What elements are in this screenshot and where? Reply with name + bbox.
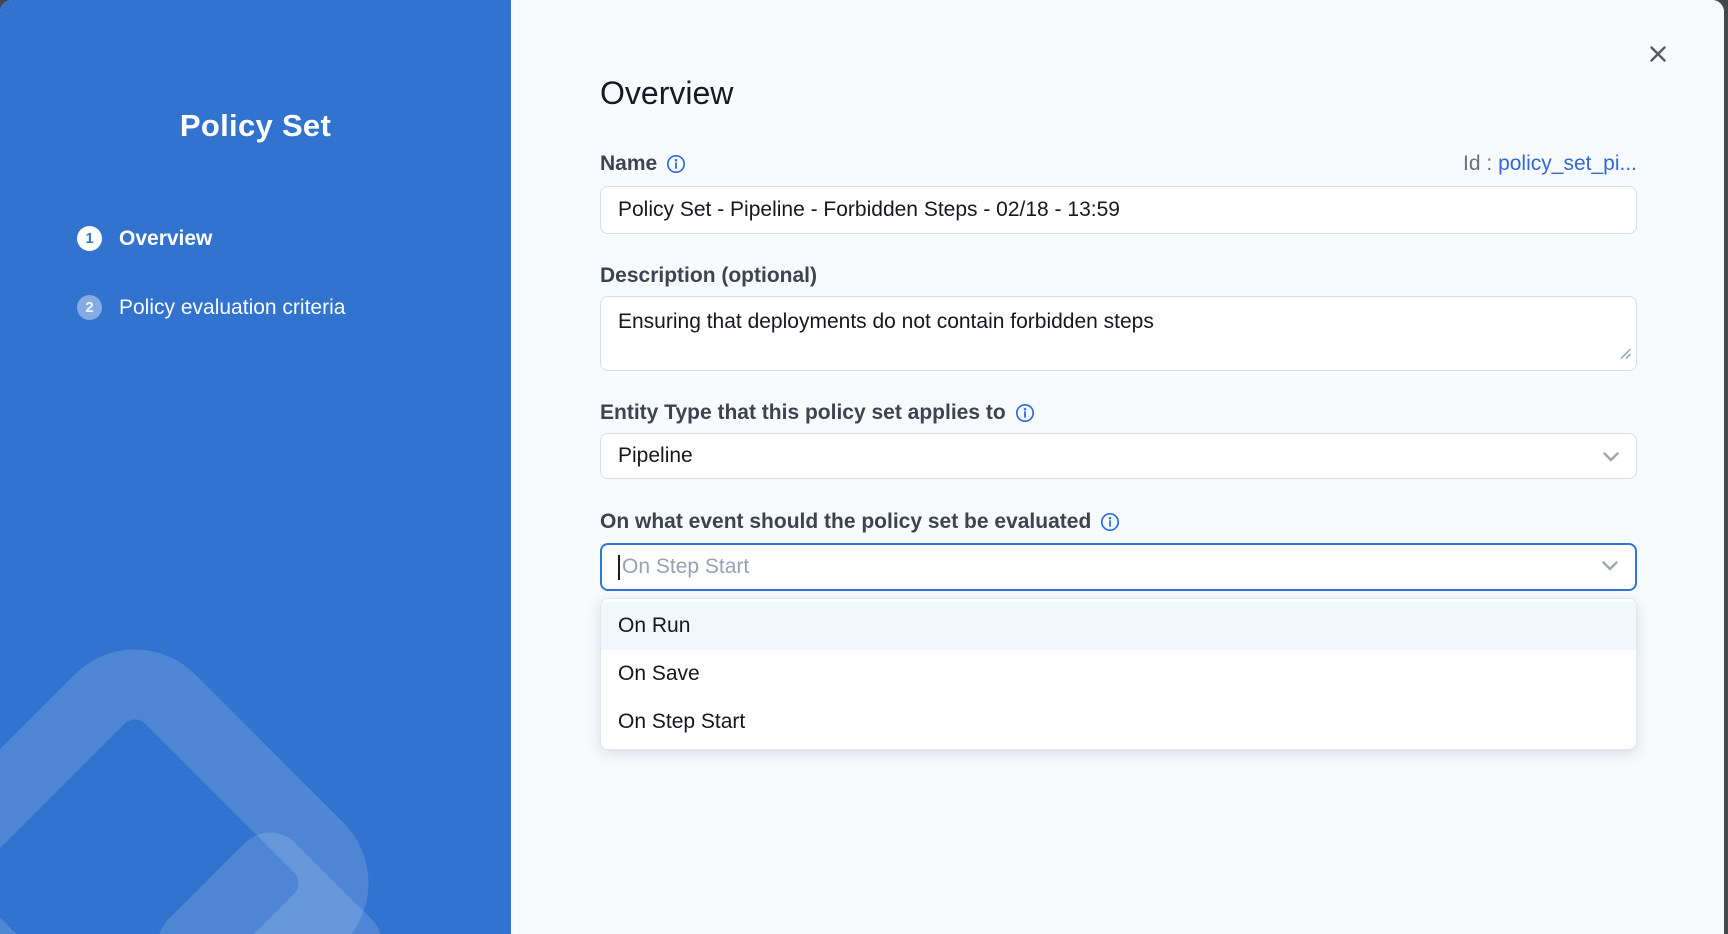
info-icon[interactable] [1100, 512, 1120, 532]
name-label-row: Name Id : policy_set_pi... [600, 150, 1637, 177]
description-label: Description (optional) [600, 262, 817, 289]
wizard-title: Policy Set [0, 106, 511, 146]
id-link[interactable]: policy_set_pi... [1498, 152, 1637, 175]
step-label: Policy evaluation criteria [119, 296, 345, 320]
step-policy-evaluation-criteria[interactable]: 2 Policy evaluation criteria [77, 294, 511, 321]
event-placeholder: On Step Start [622, 555, 749, 579]
chevron-down-icon [1603, 444, 1619, 468]
resize-handle-icon[interactable] [1619, 347, 1632, 365]
step-overview[interactable]: 1 Overview [77, 225, 511, 252]
step-number-badge: 2 [77, 295, 102, 320]
entity-id: Id : policy_set_pi... [1463, 152, 1637, 176]
entity-type-label: Entity Type that this policy set applies… [600, 399, 1006, 426]
text-caret [618, 555, 620, 580]
event-label: On what event should the policy set be e… [600, 508, 1091, 535]
id-label: Id : [1463, 152, 1492, 175]
info-icon[interactable] [666, 154, 686, 174]
entity-type-label-row: Entity Type that this policy set applies… [600, 399, 1637, 426]
event-dropdown-menu: On Run On Save On Step Start [600, 598, 1637, 750]
wizard-steps: 1 Overview 2 Policy evaluation criteria [77, 225, 511, 321]
chevron-down-icon [1602, 558, 1618, 576]
name-input[interactable] [600, 186, 1637, 234]
description-textarea[interactable]: Ensuring that deployments do not contain… [600, 296, 1637, 371]
entity-type-select[interactable]: Pipeline [600, 433, 1637, 479]
option-on-step-start[interactable]: On Step Start [601, 698, 1636, 746]
entity-type-value: Pipeline [618, 444, 693, 468]
event-label-row: On what event should the policy set be e… [600, 508, 1637, 535]
policy-set-wizard-modal: Policy Set 1 Overview 2 Policy evaluatio… [0, 0, 1724, 934]
option-on-save[interactable]: On Save [601, 650, 1636, 698]
name-label: Name [600, 150, 657, 177]
close-icon [1648, 44, 1668, 69]
page-title: Overview [600, 76, 1637, 111]
info-icon[interactable] [1015, 403, 1035, 423]
overview-step-panel: Overview Name Id : policy_set_pi... [511, 0, 1724, 934]
option-on-run[interactable]: On Run [601, 602, 1636, 650]
wizard-sidebar: Policy Set 1 Overview 2 Policy evaluatio… [0, 0, 511, 934]
step-label: Overview [119, 227, 212, 251]
description-label-row: Description (optional) [600, 262, 1637, 289]
event-combobox-input[interactable]: On Step Start [600, 543, 1637, 591]
close-button[interactable] [1644, 42, 1672, 70]
step-number-badge: 1 [77, 226, 102, 251]
